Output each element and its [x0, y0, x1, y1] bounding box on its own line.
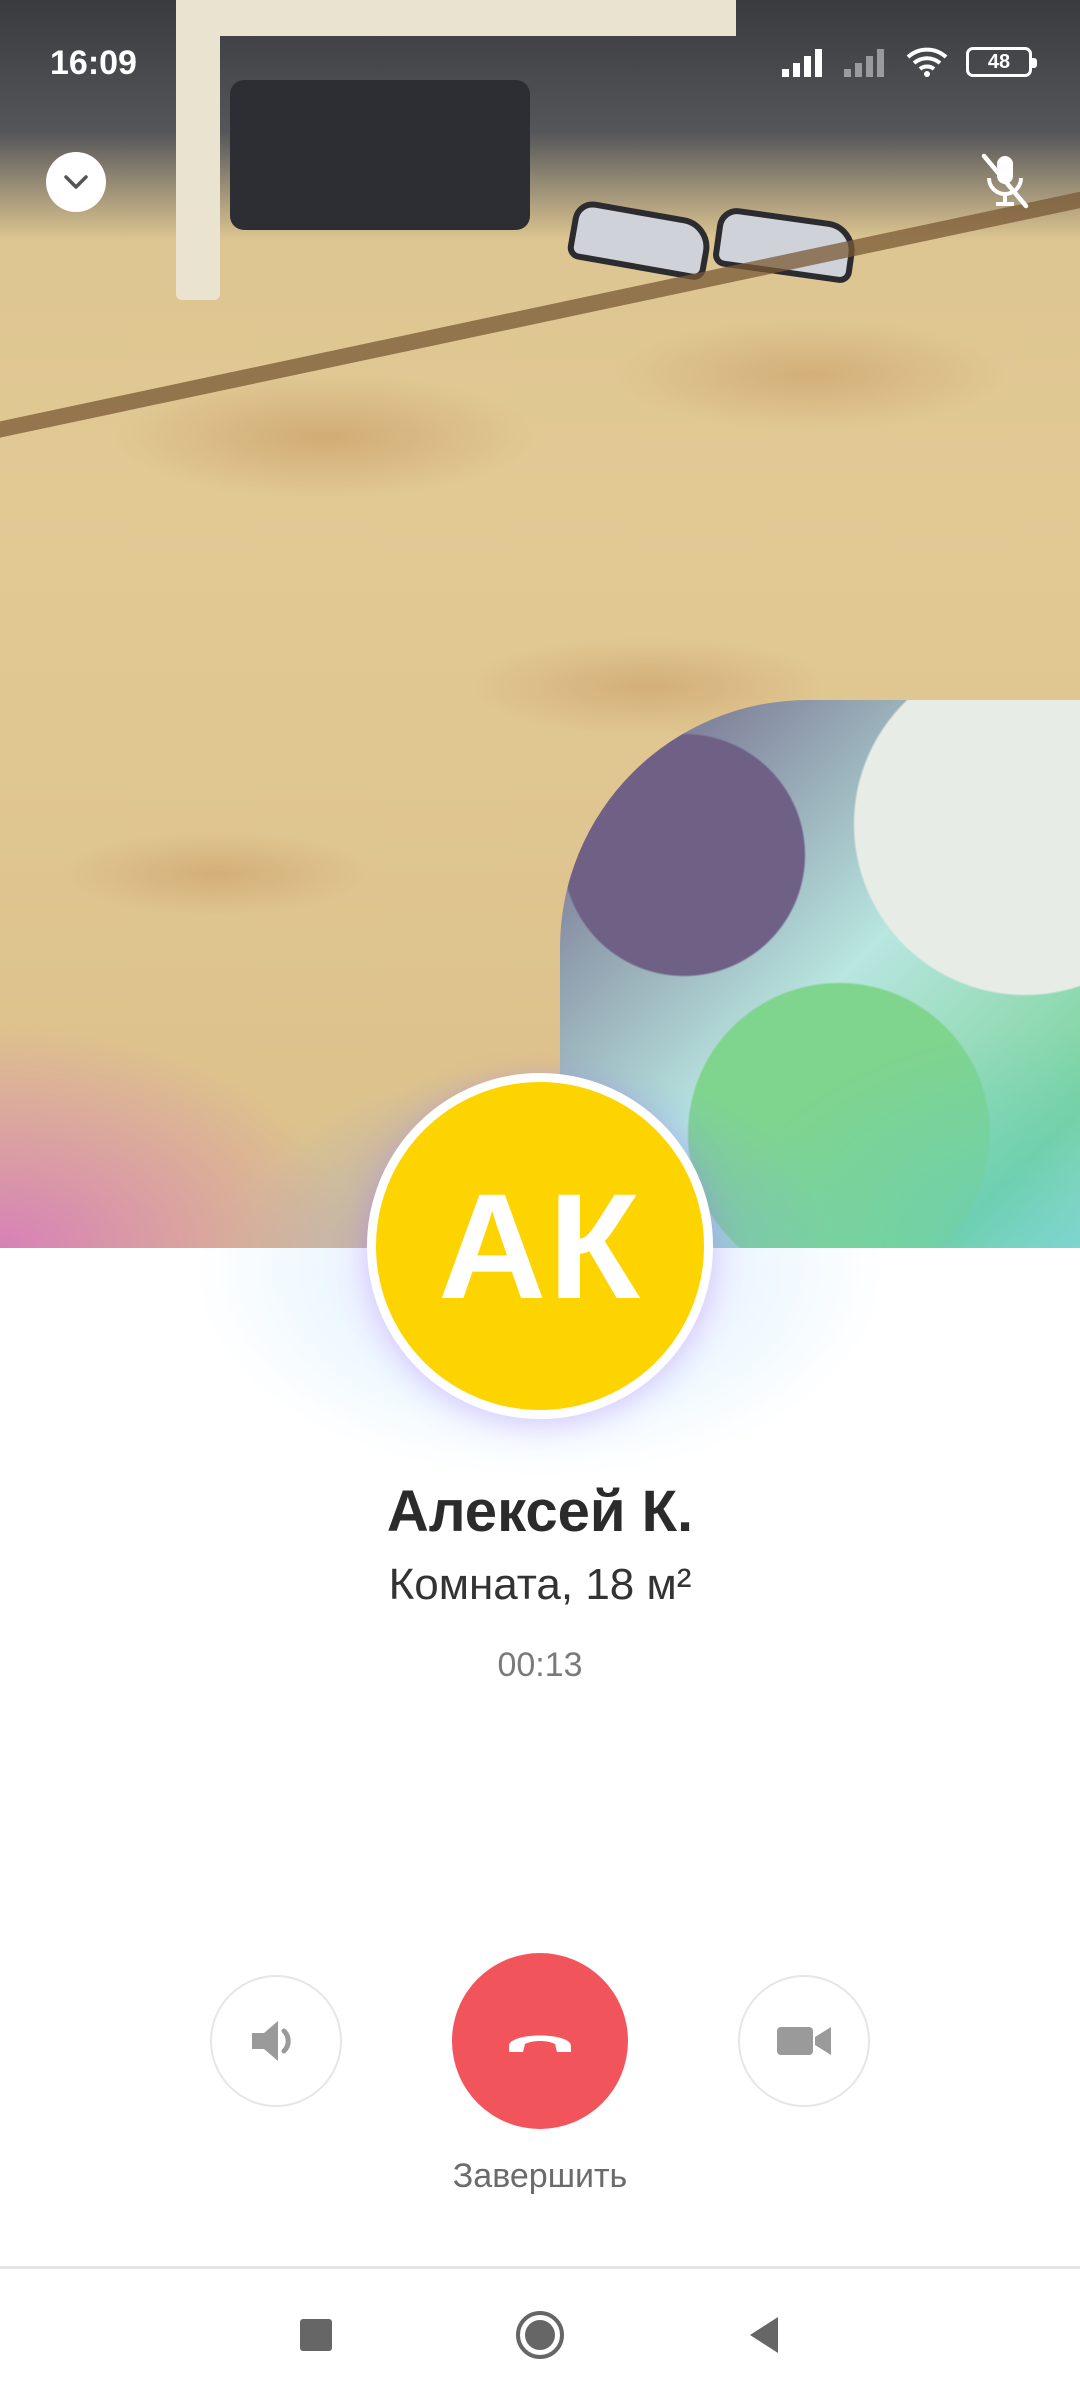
speaker-button[interactable]	[210, 1975, 342, 2107]
chevron-down-icon	[64, 175, 88, 189]
avatar: АК	[367, 1073, 713, 1419]
status-time: 16:09	[50, 44, 137, 82]
battery-level: 48	[987, 50, 1011, 73]
home-icon	[516, 2311, 564, 2359]
battery-icon: 48	[966, 47, 1037, 77]
caller-name: Алексей К.	[386, 1479, 694, 1544]
recents-icon	[300, 2319, 332, 2351]
end-call-label: Завершить	[452, 2157, 628, 2195]
speaker-icon	[252, 2021, 291, 2061]
call-timer: 00:13	[497, 1646, 583, 1684]
video-camera-icon	[777, 2027, 831, 2055]
status-icons: 48	[782, 46, 1037, 78]
home-button[interactable]	[510, 2305, 570, 2365]
collapse-button[interactable]	[46, 152, 106, 212]
recents-button[interactable]	[286, 2305, 346, 2365]
signal-off-icon	[844, 47, 888, 77]
status-bar: 16:09 48	[0, 0, 1080, 130]
wifi-icon	[906, 47, 948, 77]
back-button[interactable]	[734, 2305, 794, 2365]
phone-hangup-icon	[509, 2035, 571, 2052]
end-call-button[interactable]	[452, 1953, 628, 2129]
mic-off-icon	[981, 153, 1029, 209]
avatar-initials: АК	[438, 1161, 642, 1330]
mute-button[interactable]	[970, 145, 1040, 215]
signal-icon	[782, 47, 826, 77]
caller-subtitle: Комната, 18 м²	[388, 1560, 692, 1609]
navigation-bar	[0, 2269, 1080, 2400]
video-button[interactable]	[738, 1975, 870, 2107]
back-icon	[750, 2317, 778, 2353]
